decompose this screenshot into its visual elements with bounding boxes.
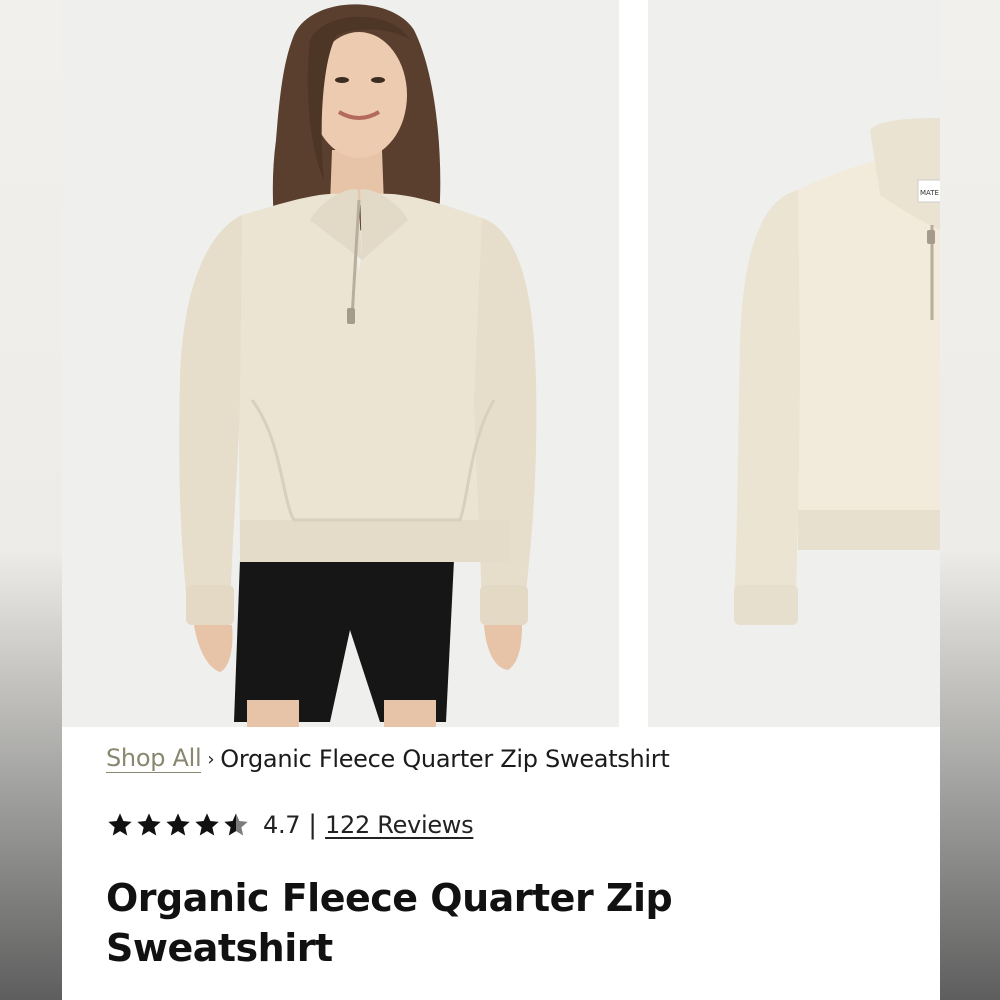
breadcrumb: Shop All › Organic Fleece Quarter Zip Sw… — [106, 741, 670, 777]
star-filled-icon — [195, 813, 219, 836]
breadcrumb-separator: › — [207, 748, 215, 770]
rating-summary: 4.7 | 122 Reviews — [106, 807, 474, 843]
garment-tag-label: MATE — [920, 189, 939, 197]
product-image-flat[interactable]: MATE — [648, 0, 940, 727]
star-filled-icon — [137, 813, 161, 836]
flat-photo-illustration: MATE — [648, 0, 940, 727]
product-image-gallery[interactable]: MATE — [62, 0, 940, 727]
product-title: Organic Fleece Quarter Zip Sweatshirt — [106, 876, 673, 970]
page-right-backdrop — [940, 0, 1000, 1000]
breadcrumb-current-page: Organic Fleece Quarter Zip Sweatshirt — [220, 745, 670, 773]
model-photo-illustration — [62, 0, 619, 727]
page-left-backdrop — [0, 0, 62, 1000]
rating-separator: | — [308, 810, 318, 840]
star-filled-icon — [166, 813, 190, 836]
reviews-link[interactable]: 122 Reviews — [325, 811, 474, 839]
star-half-icon — [224, 813, 248, 836]
breadcrumb-shop-all-link[interactable]: Shop All — [106, 744, 202, 774]
product-details: Shop All › Organic Fleece Quarter Zip Sw… — [62, 727, 940, 1000]
star-rating — [106, 811, 251, 839]
product-page: MATE Shop All › Organic Fleece Quarter Z… — [62, 0, 940, 1000]
rating-value: 4.7 — [263, 811, 301, 839]
product-image-model[interactable] — [62, 0, 619, 727]
star-filled-icon — [108, 813, 132, 836]
